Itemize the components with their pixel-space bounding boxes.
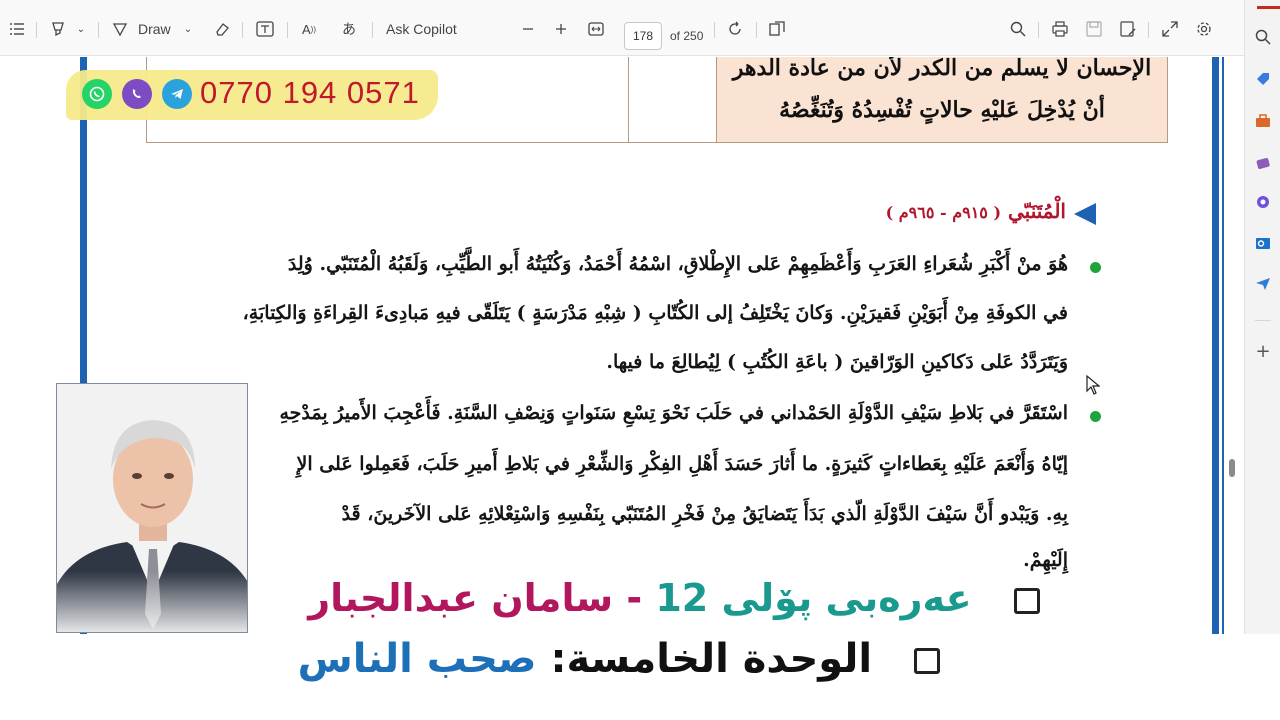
sidebar-add-plus-icon[interactable]: + [1254,341,1272,362]
verse-line-2: أنْ يُدْخِلَ عَليْهِ حالاتٍ تُفْسِدُهُ و… [779,97,1105,123]
toolbar-divider [1148,22,1149,38]
fit-page-icon[interactable] [586,18,606,40]
pdf-toolbar: ⌄ Draw ⌄ A)) あ Ask Copilot 178 of 250 [0,0,1244,56]
unit-name: صحب الناس [297,636,537,682]
course-name: عەرەبی پۆلی 12 [655,576,972,620]
sidebar-send-icon[interactable] [1254,275,1272,293]
checkbox-icon [914,648,940,674]
bullet-point-icon [1090,262,1101,273]
sidebar-outlook-icon[interactable] [1254,234,1272,252]
telegram-icon [162,79,192,109]
sidebar-tag-icon[interactable] [1254,70,1272,88]
read-aloud-icon[interactable]: A)) [298,18,320,40]
draw-dropdown-chevron-icon[interactable]: ⌄ [181,18,195,40]
zoom-out-minus-icon[interactable] [520,18,536,40]
paragraph-2-line-2: إيّاهُ وَأَنْعَمَ عَلَيْهِ بِعَطاءاتٍ كَ… [296,453,1068,475]
search-icon[interactable] [1008,18,1028,40]
heading-arrow-icon [1074,203,1096,225]
bullet-point-icon [1090,411,1101,422]
textbox-icon[interactable] [254,18,276,40]
browser-sidebar: + [1244,0,1280,720]
contents-list-icon[interactable] [8,18,26,40]
sidebar-search-icon[interactable] [1254,28,1272,46]
unit-title-line: الوحدة الخامسة: صحب الناس [240,636,940,696]
toolbar-divider [287,22,288,38]
toolbar-divider [714,22,715,38]
viber-icon [122,79,152,109]
heading-dates: ( ٩١٥م - ٩٦٥م ) [885,203,1002,222]
page-view-icon[interactable] [767,18,787,40]
toolbar-divider [372,22,373,38]
sidebar-top-accent [1257,6,1280,9]
course-title-line: عەرەبی پۆلی 12 - سامان عبدالجبار [240,576,1040,626]
verse-table-divider [628,57,629,142]
zoom-in-plus-icon[interactable] [553,18,569,40]
draw-button-label[interactable]: Draw [138,18,174,40]
heading-poet-name: الْمُتَنَبّي [1008,199,1066,223]
sidebar-games-icon[interactable] [1254,154,1272,172]
save-as-icon[interactable] [1118,18,1138,40]
page-right-border [1212,57,1219,637]
title-dash: - [613,576,643,620]
presenter-portrait [56,383,248,633]
expand-icon[interactable] [1160,18,1180,40]
toolbar-divider [242,22,243,38]
paragraph-1-line-1: هُوَ منْ أَكْبَرِ شُعَراءِ العَرَبِ وَأَ… [287,253,1068,275]
checkbox-icon [1014,587,1040,614]
presenter-photo-illustration [57,384,247,632]
page-number-input[interactable]: 178 [624,22,662,50]
vertical-scrollbar-thumb[interactable] [1229,459,1235,477]
unit-label: الوحدة الخامسة: [550,636,873,682]
whatsapp-icon [82,79,112,109]
sidebar-divider [1255,320,1271,321]
paragraph-2-line-4: إِلَيْهِمْ. [1023,549,1068,571]
print-icon[interactable] [1050,18,1070,40]
highlight-icon[interactable] [48,18,68,40]
highlight-dropdown-chevron-icon[interactable]: ⌄ [74,18,88,40]
page-total-label: of 250 [670,29,704,43]
settings-gear-icon[interactable] [1194,18,1214,40]
section-heading: الْمُتَنَبّي ( ٩١٥م - ٩٦٥م ) [886,199,1066,223]
contact-phone-number: 0770 194 0571 [200,75,420,110]
toolbar-divider [756,22,757,38]
pdf-viewer-window: ⌄ Draw ⌄ A)) あ Ask Copilot 178 of 250 + … [0,0,1280,720]
translate-icon[interactable]: あ [338,18,360,40]
paragraph-1-line-3: وَيَتَرَدَّدُ عَلى دَكاكينِ الوَرّاقينَ … [606,351,1068,373]
toolbar-divider [98,22,99,38]
teacher-name: سامان عبدالجبار [308,576,614,620]
rotate-icon[interactable] [725,18,745,40]
sidebar-tools-icon[interactable] [1254,112,1272,130]
draw-icon[interactable] [110,18,130,40]
save-icon[interactable] [1084,18,1104,40]
toolbar-divider [1038,22,1039,38]
sidebar-copilot-icon[interactable] [1254,193,1272,211]
paragraph-2-line-3: بِهِ. وَيَبْدو أَنَّ سَيْفَ الدَّوْلَةِ … [341,503,1068,525]
toolbar-divider [36,22,37,38]
verse-line-1: الإحسان لا يسلم من الكدر لأن من عادة الد… [732,57,1152,81]
paragraph-1-line-2: في الكوفَةِ مِنْ أَبَوَيْنِ فَقيرَيْنِ. … [242,302,1068,324]
paragraph-2-line-1: اسْتَقَرَّ في بَلاطِ سَيْفِ الدَّوْلَةِ … [279,402,1068,424]
page-right-border-thin [1222,57,1224,637]
eraser-icon[interactable] [212,18,232,40]
ask-copilot-button[interactable]: Ask Copilot [386,18,466,40]
mouse-pointer-icon [1086,374,1101,400]
